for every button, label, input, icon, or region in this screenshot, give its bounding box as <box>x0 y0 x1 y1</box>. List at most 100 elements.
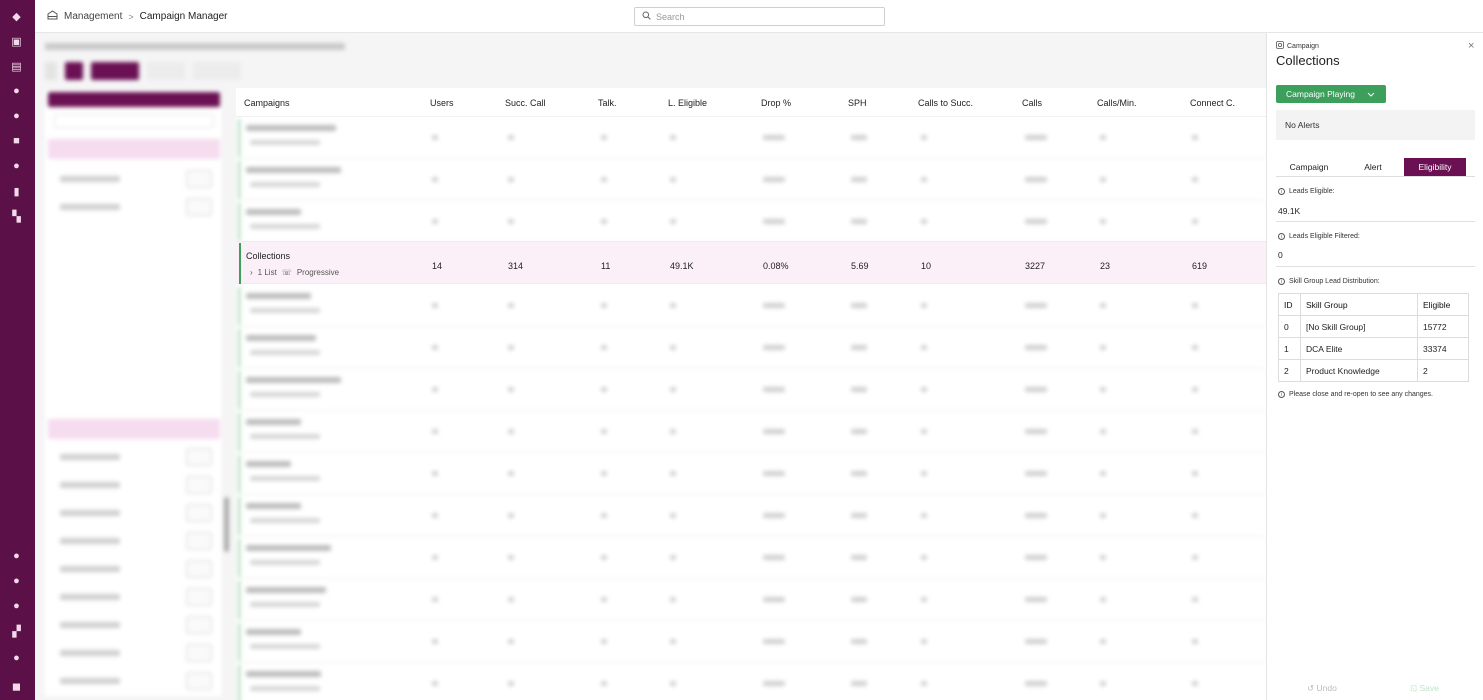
row-status-accent <box>238 665 240 700</box>
col-talk[interactable]: Talk. <box>598 98 617 108</box>
tree-item-count <box>186 588 212 606</box>
tree-item[interactable] <box>60 454 120 460</box>
phone-icon[interactable]: ▮ <box>10 185 23 198</box>
table-cell <box>1192 681 1198 686</box>
col-users[interactable]: Users <box>430 98 454 108</box>
table-row[interactable] <box>236 537 1266 579</box>
back-button[interactable] <box>45 62 57 80</box>
filter-playing-button[interactable] <box>147 62 185 80</box>
table-cell <box>1192 555 1198 560</box>
home-icon[interactable]: ▣ <box>10 35 23 48</box>
tree-group-lists[interactable] <box>48 419 220 439</box>
row-status-accent <box>238 623 240 661</box>
table-cell <box>763 471 785 476</box>
add-button[interactable] <box>65 62 83 80</box>
table-row[interactable] <box>236 495 1266 537</box>
table-cell <box>508 681 514 686</box>
tab-eligibility[interactable]: Eligibility <box>1404 158 1466 176</box>
campaign-name <box>246 671 321 677</box>
table-row[interactable] <box>236 117 1266 159</box>
table-row[interactable] <box>236 201 1266 243</box>
table-row[interactable] <box>236 663 1266 700</box>
leads-eligible-label: i Leads Eligible: <box>1278 188 1335 195</box>
tree-group-campaigns[interactable] <box>48 139 220 159</box>
col-calls[interactable]: Calls <box>1022 98 1042 108</box>
tree-item[interactable] <box>60 510 120 516</box>
table-row[interactable] <box>236 411 1266 453</box>
table-cell <box>1100 681 1106 686</box>
close-icon[interactable]: × <box>1468 40 1474 52</box>
table-cell <box>851 555 867 560</box>
tree-search-input[interactable] <box>54 114 214 128</box>
tab-alert[interactable]: Alert <box>1342 158 1404 176</box>
col-calls-per-min[interactable]: Calls/Min. <box>1097 98 1137 108</box>
table-cell <box>432 513 438 518</box>
tree-scrollbar[interactable] <box>224 497 229 552</box>
row-status-accent <box>238 539 240 577</box>
row-status-accent <box>238 203 240 241</box>
table-cell <box>670 177 676 182</box>
col-sph[interactable]: SPH <box>848 98 867 108</box>
settings-icon[interactable]: ● <box>10 600 23 612</box>
breadcrumb-root[interactable]: Management <box>64 11 122 22</box>
table-row[interactable] <box>236 327 1266 369</box>
table-row[interactable] <box>236 579 1266 621</box>
tree-item[interactable] <box>60 594 120 600</box>
table-row[interactable] <box>236 453 1266 495</box>
table-cell <box>508 597 514 602</box>
table-row[interactable] <box>236 159 1266 201</box>
lists-icon[interactable]: ● <box>10 160 23 172</box>
tree-item[interactable] <box>60 176 120 182</box>
notification-icon[interactable]: ● <box>10 575 23 587</box>
help-icon[interactable]: ● <box>10 550 23 562</box>
campaign-status-dropdown[interactable]: Campaign Playing <box>1276 85 1386 103</box>
chevron-right-icon[interactable]: › <box>250 268 253 277</box>
account-icon[interactable]: ● <box>10 652 23 664</box>
leads-filtered-label-text: Leads Eligible Filtered: <box>1289 233 1360 240</box>
table-cell <box>851 345 867 350</box>
tree-item[interactable] <box>60 204 120 210</box>
skill-group-table: ID Skill Group Eligible 0 [No Skill Grou… <box>1278 293 1469 382</box>
table-row-selected[interactable]: Collections › 1 List ☏ Progressive 14 31… <box>236 241 1266 284</box>
tree-item[interactable] <box>60 622 120 628</box>
campaign-meta <box>250 392 320 397</box>
users-icon[interactable]: ● <box>10 110 23 122</box>
campaign-name <box>246 209 301 215</box>
tree-header[interactable] <box>48 92 220 107</box>
table-row[interactable] <box>236 369 1266 411</box>
table-cell <box>763 135 785 140</box>
col-drop-pct[interactable]: Drop % <box>761 98 791 108</box>
save-button[interactable]: ⊡ Save <box>1410 683 1439 694</box>
dashboard-icon[interactable]: ▤ <box>10 60 23 73</box>
app-logo-icon[interactable]: ◆ <box>10 10 23 23</box>
table-cell <box>508 345 514 350</box>
reports-icon[interactable]: ■ <box>10 135 23 147</box>
table-cell <box>921 681 927 686</box>
row-status-accent <box>238 329 240 367</box>
tree-item[interactable] <box>60 538 120 544</box>
table-cell <box>921 135 927 140</box>
tree-item[interactable] <box>60 566 120 572</box>
table-cell <box>763 303 785 308</box>
filter-not-playing-button[interactable] <box>193 62 241 80</box>
tab-campaign[interactable]: Campaign <box>1276 158 1342 176</box>
search-input[interactable]: Search <box>634 7 885 26</box>
undo-button[interactable]: ↺ Undo <box>1307 683 1337 694</box>
tree-item[interactable] <box>60 678 120 684</box>
col-succ-call[interactable]: Succ. Call <box>505 98 546 108</box>
tree-item[interactable] <box>60 482 120 488</box>
table-cell <box>921 345 927 350</box>
col-campaigns[interactable]: Campaigns <box>244 98 290 108</box>
integrations-icon[interactable]: ▞ <box>10 625 23 638</box>
tools-icon[interactable]: ▚ <box>10 210 23 223</box>
col-connect-c[interactable]: Connect C. <box>1190 98 1235 108</box>
row-status-accent <box>238 287 240 325</box>
table-row[interactable] <box>236 285 1266 327</box>
filter-all-button[interactable] <box>91 62 139 80</box>
avatar[interactable]: ◼ <box>10 680 23 693</box>
col-calls-to-succ[interactable]: Calls to Succ. <box>918 98 973 108</box>
campaign-icon[interactable]: ● <box>10 85 23 97</box>
col-l-eligible[interactable]: L. Eligible <box>668 98 707 108</box>
table-row[interactable] <box>236 621 1266 663</box>
tree-item[interactable] <box>60 650 120 656</box>
